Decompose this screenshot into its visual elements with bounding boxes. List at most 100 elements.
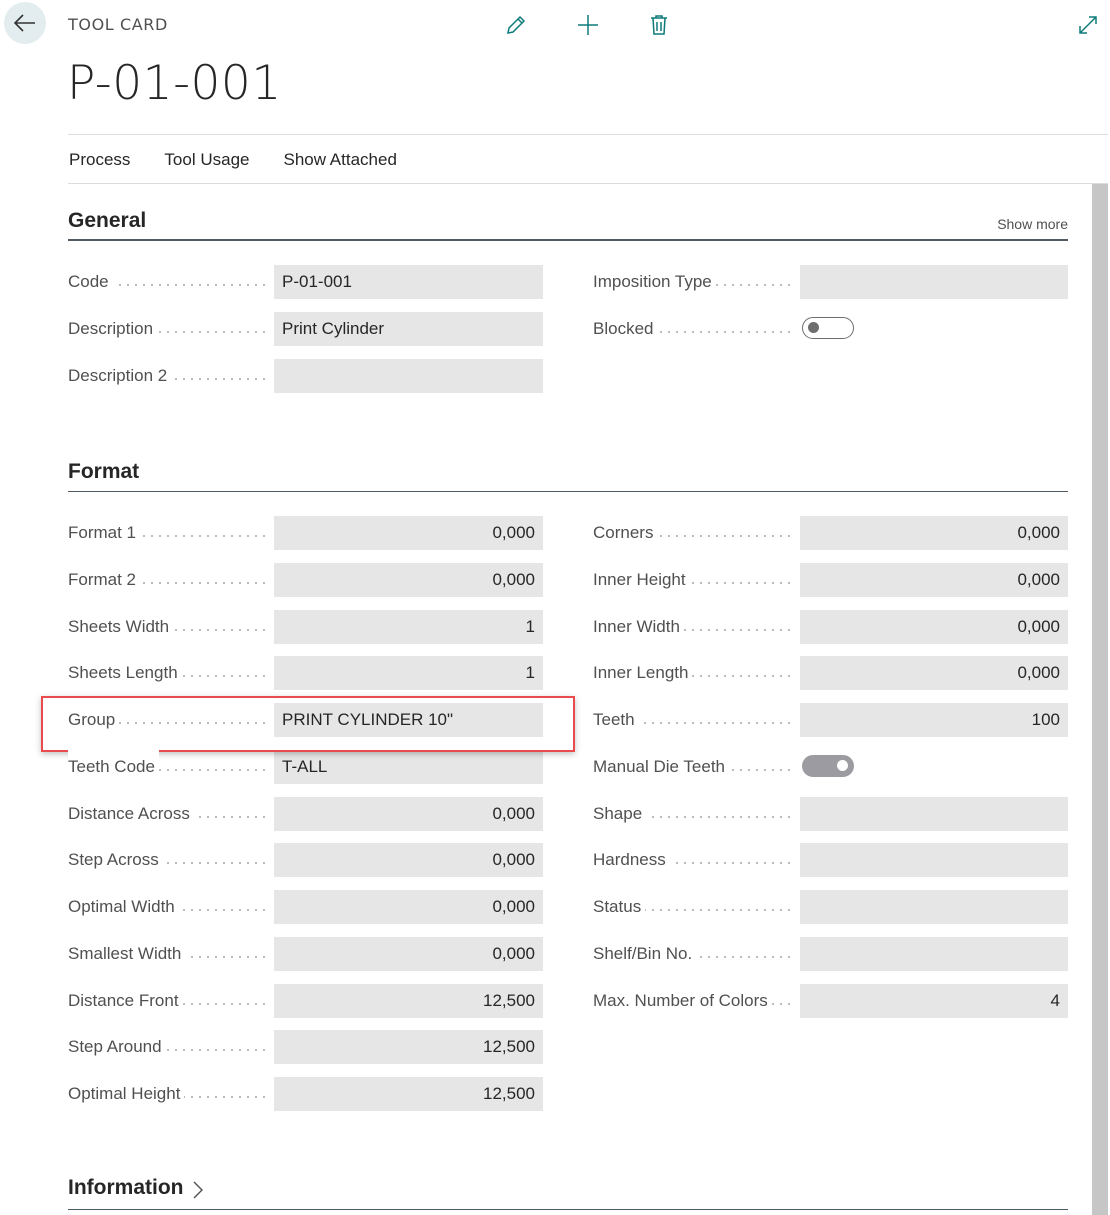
input-shelf-bin-no[interactable] (800, 936, 1068, 971)
section-general-title[interactable]: General (68, 209, 146, 233)
section-information-header: Information (68, 1172, 1068, 1210)
field-blocked: Blocked (593, 311, 1068, 346)
new-button[interactable] (573, 10, 603, 40)
field-step-around: Step Around 12,500 (68, 1030, 543, 1065)
field-teeth: Teeth 100 (593, 703, 1068, 737)
show-more-link[interactable]: Show more (997, 216, 1068, 232)
scrollbar[interactable] (1092, 184, 1108, 1215)
section-format-title[interactable]: Format (68, 460, 139, 484)
expand-icon (1079, 16, 1097, 34)
section-general-line (68, 239, 1068, 241)
field-label-description-2: Description 2 (68, 358, 172, 393)
field-shape: Shape (593, 796, 1068, 831)
section-information-title[interactable]: Information (68, 1176, 184, 1200)
section-format-header: Format (68, 454, 1068, 492)
delete-trash-icon (651, 15, 667, 35)
section-format-line (68, 491, 1068, 492)
input-inner-length[interactable]: 0,000 (800, 656, 1068, 691)
field-label-shelf-bin-no: Shelf/Bin No. (593, 936, 697, 971)
field-label-format-2: Format 2 (68, 562, 141, 597)
field-label-optimal-height: Optimal Height (68, 1077, 185, 1111)
field-description: Description Print Cylinder (68, 311, 543, 346)
field-label-distance-front: Distance Front (68, 983, 183, 1018)
field-label-imposition-type: Imposition Type (593, 265, 716, 299)
field-label-teeth-code: Teeth Code (68, 749, 159, 784)
field-format-2: Format 2 0,000 (68, 562, 543, 597)
action-process[interactable]: Process (69, 150, 130, 170)
input-distance-front[interactable]: 12,500 (274, 983, 543, 1018)
toggle-knob (808, 321, 819, 333)
input-inner-width[interactable]: 0,000 (800, 609, 1068, 644)
field-group: Group PRINT CYLINDER 10" (68, 703, 543, 737)
edit-button[interactable] (501, 10, 531, 40)
field-label-manual-die-teeth: Manual Die Teeth (593, 749, 729, 784)
field-label-smallest-width: Smallest Width (68, 936, 186, 971)
field-label-step-across: Step Across (68, 843, 163, 878)
input-imposition-type[interactable] (800, 265, 1068, 299)
field-label-inner-height: Inner Height (593, 562, 690, 597)
add-plus-icon (578, 15, 598, 35)
input-optimal-width[interactable]: 0,000 (274, 890, 543, 924)
field-status: Status (593, 890, 1068, 924)
input-corners[interactable]: 0,000 (800, 516, 1068, 550)
input-code[interactable]: P-01-001 (274, 265, 543, 299)
input-format-1[interactable]: 0,000 (274, 516, 543, 550)
field-label-group: Group (68, 703, 120, 737)
chevron-right-icon[interactable] (192, 1181, 204, 1199)
field-label-inner-length: Inner Length (593, 656, 693, 691)
toggle-manual-die-teeth[interactable] (802, 754, 854, 777)
input-status[interactable] (800, 890, 1068, 924)
input-group[interactable]: PRINT CYLINDER 10" (274, 703, 543, 737)
input-step-around[interactable]: 12,500 (274, 1030, 543, 1065)
field-description-2: Description 2 (68, 358, 543, 393)
input-teeth[interactable]: 100 (800, 703, 1068, 737)
field-label-blocked: Blocked (593, 311, 658, 346)
action-show-attached[interactable]: Show Attached (283, 150, 396, 170)
field-label-optimal-width: Optimal Width (68, 890, 179, 924)
field-corners: Corners 0,000 (593, 516, 1068, 550)
field-distance-across: Distance Across 0,000 (68, 796, 543, 831)
section-general-header: General Show more (68, 203, 1068, 241)
action-bar: Process Tool Usage Show Attached (69, 150, 397, 170)
action-tool-usage[interactable]: Tool Usage (164, 150, 249, 170)
field-label-inner-width: Inner Width (593, 609, 684, 644)
input-sheets-width[interactable]: 1 (274, 609, 543, 644)
section-information-line (68, 1209, 1068, 1210)
field-teeth-code: Teeth Code T-ALL (68, 749, 543, 784)
field-optimal-width: Optimal Width 0,000 (68, 890, 543, 924)
input-sheets-length[interactable]: 1 (274, 656, 543, 691)
expand-button[interactable] (1073, 10, 1103, 40)
input-smallest-width[interactable]: 0,000 (274, 936, 543, 971)
input-shape[interactable] (800, 796, 1068, 831)
input-distance-across[interactable]: 0,000 (274, 796, 543, 831)
field-label-sheets-length: Sheets Length (68, 656, 182, 691)
field-inner-width: Inner Width 0,000 (593, 609, 1068, 644)
input-description[interactable]: Print Cylinder (274, 311, 543, 346)
toggle-knob (837, 759, 848, 771)
input-max-number-of-colors[interactable]: 4 (800, 983, 1068, 1018)
input-teeth-code[interactable]: T-ALL (274, 749, 543, 784)
toggle-blocked[interactable] (802, 316, 854, 339)
field-sheets-width: Sheets Width 1 (68, 609, 543, 644)
input-step-across[interactable]: 0,000 (274, 843, 543, 878)
field-code: Code P-01-001 (68, 265, 543, 299)
back-arrow-icon (14, 14, 35, 32)
input-inner-height[interactable]: 0,000 (800, 562, 1068, 597)
back-button[interactable] (4, 2, 46, 44)
input-format-2[interactable]: 0,000 (274, 562, 543, 597)
field-label-shape: Shape (593, 796, 647, 831)
delete-button[interactable] (644, 10, 674, 40)
field-label-corners: Corners (593, 516, 658, 550)
field-step-across: Step Across 0,000 (68, 843, 543, 878)
field-manual-die-teeth: Manual Die Teeth (593, 749, 1068, 784)
field-label-sheets-width: Sheets Width (68, 609, 174, 644)
field-label-max-number-of-colors: Max. Number of Colors (593, 983, 772, 1018)
input-hardness[interactable] (800, 843, 1068, 878)
field-format-1: Format 1 0,000 (68, 516, 543, 550)
input-description-2[interactable] (274, 358, 543, 393)
field-sheets-length: Sheets Length 1 (68, 656, 543, 691)
field-distance-front: Distance Front 12,500 (68, 983, 543, 1018)
field-label-description: Description (68, 311, 158, 346)
input-optimal-height[interactable]: 12,500 (274, 1077, 543, 1111)
field-shelf-bin-no: Shelf/Bin No. (593, 936, 1068, 971)
